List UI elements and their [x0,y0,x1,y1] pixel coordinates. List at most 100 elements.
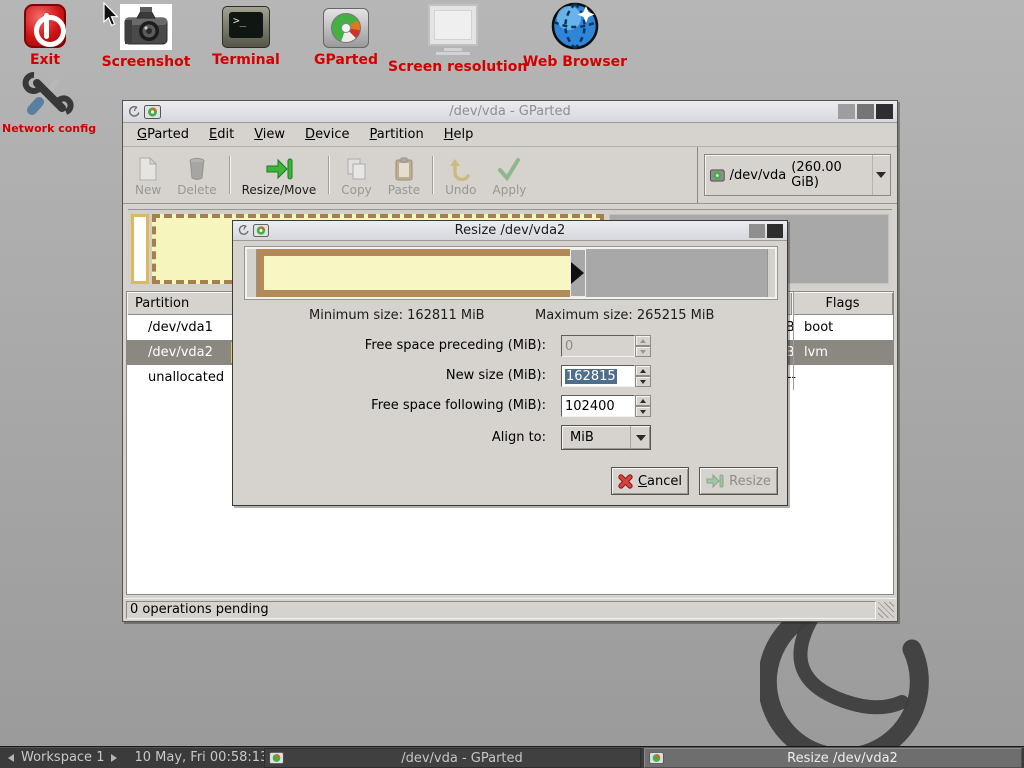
align-to-value: MiB [562,430,594,445]
tools-icon [22,70,74,118]
spin-down-button[interactable] [635,376,651,387]
spinner [635,395,651,417]
partition-size-block[interactable] [257,249,570,297]
menu-view[interactable]: View [244,124,295,145]
resize-grip[interactable] [878,602,894,618]
workspace-prev-arrow[interactable] [8,754,14,762]
free-space-block [586,249,767,297]
gparted-mini-icon [144,105,161,119]
maximize-button[interactable] [749,224,765,238]
clock: 10 May, Fri 00:58:13 [134,750,268,765]
spin-up-button[interactable] [635,395,651,406]
desktop-icon-web-browser[interactable]: Web Browser [512,2,638,70]
resize-button-disabled[interactable]: Resize [699,467,778,495]
right-resize-handle[interactable] [570,249,586,297]
menu-edit[interactable]: Edit [199,124,244,145]
toolbar-separator [328,156,329,194]
checkmark-icon [497,157,521,181]
pending-operations-text: 0 operations pending [130,602,269,617]
desktop-icon-label: Screenshot [96,54,196,70]
green-arrow-icon [706,474,724,488]
device-selector[interactable]: /dev/vda (260.00 GiB) [704,154,891,196]
desktop-icon-network-config[interactable]: Network config [2,70,94,135]
undo-button[interactable]: Undo [437,150,484,200]
paste-button[interactable]: Paste [380,150,428,200]
dialog-title: Resize /dev/vda2 [233,223,787,238]
widget-right-edge [767,249,775,297]
new-partition-icon [138,157,158,181]
undo-icon [449,157,473,181]
toolbar-separator [229,156,230,194]
gparted-mini-icon [649,752,664,764]
free-space-following-field[interactable]: 102400 [561,395,651,417]
desktop-icon-label: Screen resolution [388,59,518,75]
copy-icon [346,157,368,181]
window-title: /dev/vda - GParted [123,104,897,119]
new-size-label: New size (MiB): [273,368,546,383]
resize-move-icon [265,157,293,181]
desktop-icon-label: Web Browser [512,54,638,70]
monitor-icon [428,4,478,46]
desktop-icon-exit[interactable]: Exit [10,4,80,68]
close-button[interactable] [767,224,783,238]
align-to-label: Align to: [273,430,546,445]
selected-text: 162815 [565,369,617,384]
workspace-label: Workspace 1 [21,750,104,765]
spin-up-button[interactable] [635,365,651,376]
taskbar: Workspace 1 10 May, Fri 00:58:13 /dev/vd… [0,746,1024,768]
free-space-preceding-field: 0 [561,335,651,357]
desktop-icon-terminal[interactable]: >_ Terminal [196,6,296,68]
spinner [635,335,651,357]
delete-button[interactable]: Delete [169,150,224,200]
new-size-field[interactable]: 162815 [561,365,651,387]
desktop-icon-label: Terminal [196,52,296,68]
left-resize-handle[interactable] [247,249,257,297]
spinner [635,365,651,387]
gparted-disk-icon [323,8,369,48]
maximize-button[interactable] [857,104,874,119]
taskbar-task-gparted[interactable]: /dev/vda - GParted [264,748,641,768]
copy-button[interactable]: Copy [333,150,379,200]
desktop-icon-screen-resolution[interactable]: Screen resolution [388,4,518,75]
align-to-dropdown[interactable]: MiB [561,425,651,450]
device-dropdown-arrow[interactable] [872,155,890,195]
resize-slider-widget [245,247,777,299]
close-button[interactable] [876,104,893,119]
drag-arrow-icon [571,262,584,284]
statusbar: 0 operations pending [124,598,896,620]
minimize-button[interactable] [838,104,855,119]
column-header-partition[interactable]: Partition [127,292,234,315]
desktop-icon-gparted[interactable]: GParted [296,8,396,68]
column-separator [793,292,794,390]
column-header-flags[interactable]: Flags [792,292,893,315]
red-x-icon [618,474,633,489]
flags-value: lvm [804,345,828,360]
workspace-next-arrow[interactable] [111,754,117,762]
taskbar-task-resize-dialog-active[interactable]: Resize /dev/vda2 [644,748,1022,768]
menu-help[interactable]: Help [434,124,484,145]
vda1-visual-block[interactable] [131,214,149,284]
globe-icon [551,2,599,50]
resize-move-button[interactable]: Resize/Move [234,150,325,200]
dialog-titlebar[interactable]: Resize /dev/vda2 [233,221,787,241]
device-path: /dev/vda [730,168,787,183]
maximum-size-label: Maximum size: 265215 MiB [535,308,714,323]
apply-button[interactable]: Apply [485,150,535,200]
spin-down-button[interactable] [635,406,651,417]
clipboard-icon [394,157,414,181]
terminal-icon: >_ [222,6,270,48]
toolbar-separator [432,156,433,194]
power-icon [24,4,66,48]
device-disk-icon [710,168,725,183]
titlebar[interactable]: /dev/vda - GParted [123,101,897,123]
minimum-size-label: Minimum size: 162811 MiB [309,308,485,323]
swirl-icon [237,224,250,237]
menu-partition[interactable]: Partition [360,124,434,145]
desktop-icon-label: GParted [296,52,396,68]
gparted-mini-icon [269,752,284,764]
new-button[interactable]: New [127,150,169,200]
dropdown-arrow[interactable] [630,426,650,449]
menu-gparted[interactable]: GParted [127,124,199,145]
menu-device[interactable]: Device [295,124,359,145]
cancel-button[interactable]: Cancel [611,467,689,495]
